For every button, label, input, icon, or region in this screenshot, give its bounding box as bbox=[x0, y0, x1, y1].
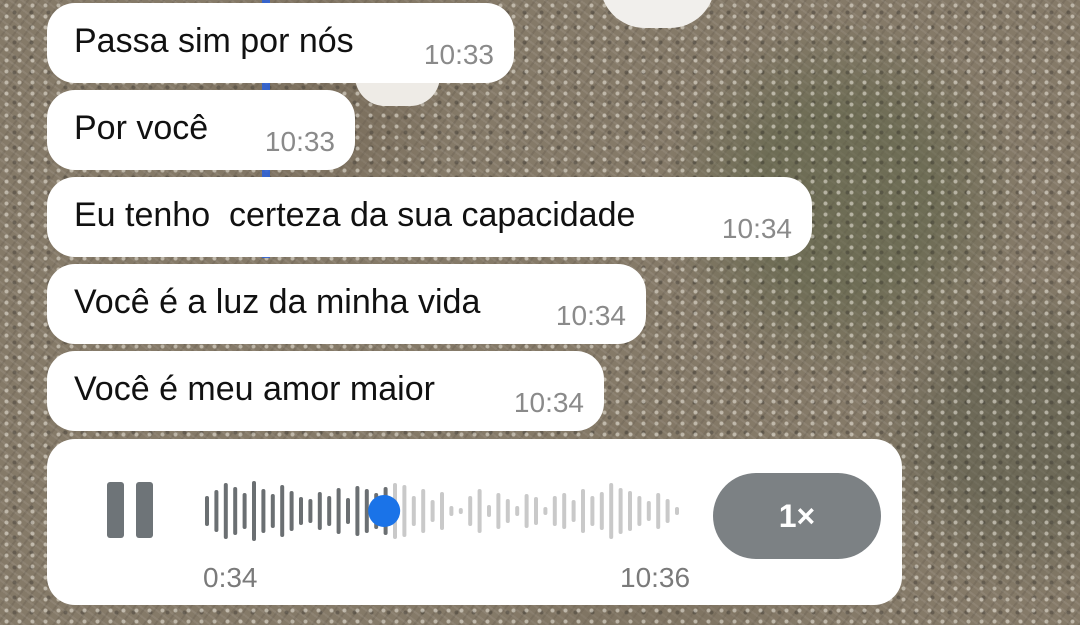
waveform-bar bbox=[280, 485, 285, 537]
message-time: 10:34 bbox=[721, 213, 792, 244]
message-text: Eu tenho certeza da sua capacidade bbox=[74, 196, 636, 234]
message-bubble[interactable]: Você é a luz da minha vida 10:34 bbox=[47, 264, 646, 344]
message-bubble[interactable]: Passa sim por nós 10:33 bbox=[47, 3, 514, 83]
pause-button[interactable] bbox=[105, 482, 155, 540]
waveform-bar bbox=[411, 496, 416, 526]
waveform-bar bbox=[336, 488, 341, 534]
playback-speed-button[interactable]: 1× bbox=[713, 473, 881, 559]
waveform-bar bbox=[505, 499, 510, 523]
message-text: Você é meu amor maior bbox=[74, 370, 435, 408]
message-time: 10:34 bbox=[513, 387, 584, 418]
waveform-bar bbox=[214, 490, 219, 532]
waveform-bar bbox=[223, 483, 228, 539]
pause-icon bbox=[136, 482, 153, 538]
waveform-bar bbox=[430, 500, 435, 522]
waveform-bar bbox=[355, 486, 360, 536]
wallpaper-dog-paw bbox=[600, 0, 715, 28]
waveform-bar bbox=[656, 493, 661, 529]
waveform-bar bbox=[581, 489, 585, 533]
waveform-bar bbox=[346, 498, 350, 524]
waveform-bar bbox=[402, 485, 407, 537]
waveform-bar bbox=[327, 496, 332, 526]
waveform-bar bbox=[317, 492, 322, 530]
waveform-bar bbox=[440, 492, 444, 530]
waveform-bar bbox=[252, 481, 256, 541]
waveform-bar bbox=[562, 493, 567, 529]
waveform-bar bbox=[449, 506, 454, 516]
waveform-bar bbox=[270, 494, 275, 528]
seek-thumb[interactable] bbox=[368, 495, 401, 527]
waveform-bar bbox=[552, 496, 557, 526]
waveform-bar bbox=[496, 493, 501, 529]
waveform-bar bbox=[534, 497, 538, 525]
voice-elapsed-time: 0:34 bbox=[203, 562, 258, 593]
waveform-bar bbox=[646, 501, 651, 521]
pause-icon bbox=[107, 482, 124, 538]
waveform-bar bbox=[261, 489, 266, 533]
message-bubble[interactable]: Você é meu amor maior 10:34 bbox=[47, 351, 604, 431]
waveform-bar bbox=[308, 499, 313, 523]
message-time: 10:34 bbox=[555, 300, 626, 331]
waveform-bar bbox=[205, 496, 209, 526]
waveform-bar bbox=[675, 507, 679, 515]
message-bubble[interactable]: Por você 10:33 bbox=[47, 90, 355, 170]
waveform-bar bbox=[421, 489, 426, 533]
waveform-bar bbox=[628, 491, 632, 531]
waveform-bar bbox=[458, 508, 463, 514]
message-time: 10:33 bbox=[423, 39, 494, 70]
waveform-bar bbox=[299, 497, 303, 525]
message-text: Por você bbox=[74, 109, 209, 147]
waveform-bar bbox=[590, 496, 595, 526]
waveform-bar bbox=[242, 493, 247, 529]
waveform-bar bbox=[289, 491, 294, 531]
waveform-bar bbox=[468, 496, 473, 526]
waveform-bar bbox=[233, 487, 238, 535]
message-bubble[interactable]: Eu tenho certeza da sua capacidade 10:34 bbox=[47, 177, 812, 257]
waveform-bar bbox=[487, 505, 491, 517]
waveform-bar bbox=[599, 492, 604, 530]
waveform-bar bbox=[665, 499, 670, 523]
waveform-bar bbox=[637, 496, 642, 526]
voice-message-bubble[interactable]: 0:34 10:36 1× bbox=[47, 439, 902, 605]
waveform-bar bbox=[515, 506, 520, 516]
waveform-bar bbox=[571, 500, 576, 522]
voice-waveform-seekbar[interactable] bbox=[202, 477, 692, 545]
voice-message-time: 10:36 bbox=[620, 562, 691, 593]
message-text: Você é a luz da minha vida bbox=[74, 283, 481, 321]
message-time: 10:33 bbox=[264, 126, 335, 157]
waveform-bar bbox=[609, 483, 614, 539]
waveform-bar bbox=[543, 507, 548, 515]
waveform-bar bbox=[618, 488, 623, 534]
waveform-bar bbox=[524, 494, 529, 528]
message-text: Passa sim por nós bbox=[74, 22, 354, 60]
waveform-bar bbox=[477, 489, 482, 533]
